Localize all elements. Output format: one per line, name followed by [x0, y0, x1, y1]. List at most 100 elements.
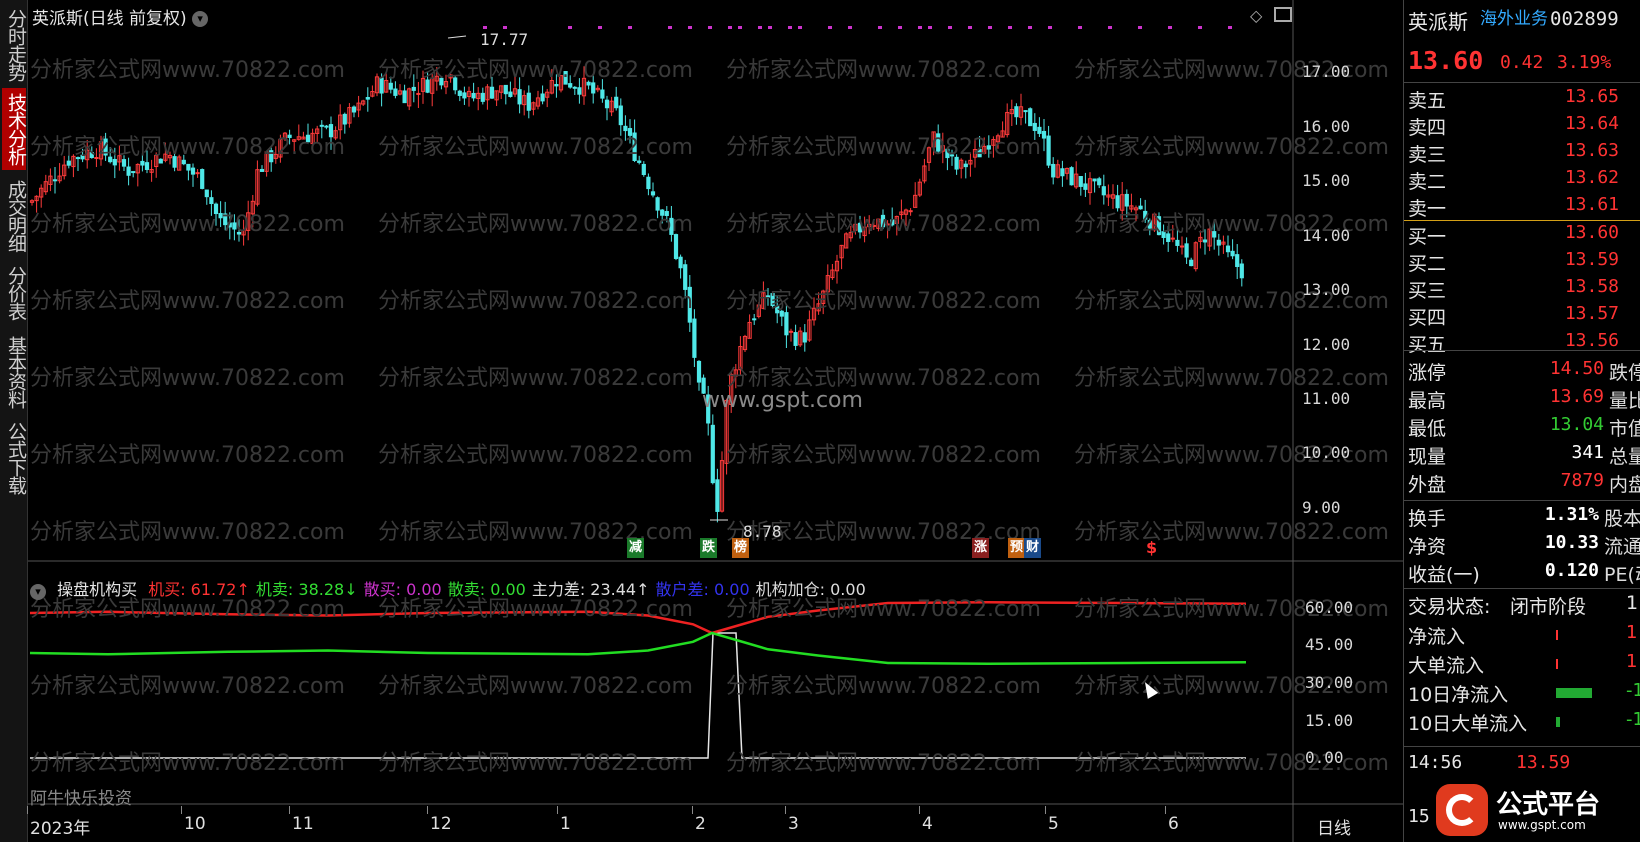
- stat-row: 最低 13.04 市值: [1404, 414, 1640, 442]
- indicator-name[interactable]: 操盘机构买: [57, 580, 137, 599]
- candle-body: [121, 159, 127, 167]
- trade-status-suffix: 1!: [1626, 592, 1640, 614]
- signal-dot: [828, 26, 832, 29]
- candle-body: [379, 77, 384, 94]
- candle-body: [890, 219, 895, 226]
- chevron-down-icon[interactable]: ▾: [192, 11, 209, 27]
- tab-technical-analysis[interactable]: 技术分析: [2, 88, 27, 170]
- candle-body: [1216, 239, 1221, 246]
- candle-body: [1143, 210, 1148, 220]
- price-axis-tick: 13.00: [1302, 280, 1351, 299]
- trade-status-row: 交易状态: 闭市阶段 1!: [1404, 592, 1640, 620]
- signal-dot: [1078, 26, 1082, 29]
- candle-body: [181, 159, 186, 165]
- stat-row: 净资 10.33 流通: [1404, 532, 1640, 560]
- order-level-price: 13.61: [1564, 194, 1619, 215]
- candle-body: [186, 163, 191, 171]
- signal-dot: [568, 26, 572, 29]
- diamond-icon[interactable]: ◇: [1250, 6, 1262, 25]
- order-level-label: 卖四: [1408, 117, 1447, 139]
- stock-code: 002899: [1550, 8, 1619, 30]
- date-axis-tick: 4: [922, 814, 933, 834]
- bid-row[interactable]: 买四 13.57: [1404, 303, 1640, 331]
- chart-canvas[interactable]: [28, 0, 1403, 842]
- chevron-down-icon[interactable]: ▾: [30, 584, 46, 600]
- event-tag-finance[interactable]: 财: [1024, 538, 1042, 558]
- concept-tag[interactable]: 海外业务: [1480, 4, 1548, 29]
- candle-body: [1083, 183, 1088, 190]
- candle-body: [508, 91, 513, 97]
- candle-body: [660, 209, 665, 216]
- tab-formula-download[interactable]: 公式下载: [2, 418, 27, 498]
- date-tick-mark: [557, 806, 558, 814]
- ask-row[interactable]: 卖二 13.62: [1404, 167, 1640, 195]
- candle-body: [365, 97, 370, 100]
- date-tick-mark: [181, 806, 182, 814]
- candle-body: [1161, 231, 1166, 238]
- signal-dot: [1198, 26, 1202, 29]
- candle-body: [1051, 163, 1056, 178]
- date-axis-tick: 12: [430, 814, 452, 834]
- candle-body: [802, 332, 807, 343]
- panel-toggle-icon[interactable]: [1274, 7, 1292, 22]
- ask-row[interactable]: 卖五 13.65: [1404, 86, 1640, 114]
- flow-value: 1: [1626, 651, 1638, 672]
- stat-row: 涨停 14.50 跌停: [1404, 358, 1640, 386]
- ask-row[interactable]: 卖四 13.64: [1404, 113, 1640, 141]
- date-axis-tick: 2023年: [30, 819, 91, 839]
- signal-dot: [738, 26, 742, 29]
- date-tick-mark: [27, 806, 28, 814]
- candle-body: [779, 310, 784, 317]
- stat-label-2: 市值: [1609, 418, 1640, 440]
- candle-body: [457, 90, 462, 96]
- date-axis-tick: 10: [184, 814, 206, 834]
- candle-body: [752, 318, 757, 321]
- stat-label-2: 内盘: [1609, 474, 1640, 496]
- candle-body: [1138, 205, 1143, 210]
- candle-body: [632, 132, 637, 162]
- signal-dot: [798, 26, 802, 29]
- stat-label: 外盘: [1408, 474, 1447, 496]
- candle-body: [227, 222, 232, 228]
- event-tag-rise[interactable]: 涨: [972, 538, 990, 558]
- candle-body: [696, 360, 702, 383]
- bid-row[interactable]: 买一 13.60: [1404, 222, 1640, 250]
- candle-body: [936, 133, 941, 152]
- event-tag-reduce[interactable]: 减: [627, 538, 645, 558]
- bid-row[interactable]: 买二 13.59: [1404, 249, 1640, 277]
- order-level-label: 买一: [1408, 226, 1447, 248]
- candle-body: [351, 106, 357, 113]
- event-tag-drop[interactable]: 跌: [700, 538, 718, 558]
- ask-row[interactable]: 卖三 13.63: [1404, 140, 1640, 168]
- tick-time: 14:56: [1408, 752, 1463, 773]
- candle-body: [623, 125, 628, 132]
- candle-body: [462, 92, 467, 99]
- logo-url: www.gspt.com: [1498, 818, 1586, 832]
- chart-title: 英派斯(日线 前复权) ▾: [32, 4, 209, 29]
- candle-body: [908, 210, 913, 213]
- tab-fundamentals[interactable]: 基本资料: [2, 332, 27, 412]
- price-axis-tick: 12.00: [1302, 335, 1351, 354]
- tab-intraday[interactable]: 分时走势: [2, 6, 27, 84]
- stat-value: 10.33: [1544, 532, 1599, 553]
- event-tag-forecast[interactable]: 预: [1008, 538, 1026, 558]
- candle-body: [471, 92, 476, 99]
- candle-body: [586, 81, 591, 86]
- period-label[interactable]: 日线: [1317, 814, 1351, 839]
- candle-body: [393, 88, 398, 96]
- candle-body: [945, 148, 950, 159]
- bid-row[interactable]: 买三 13.58: [1404, 276, 1640, 304]
- candle-body: [503, 84, 508, 95]
- bid-row[interactable]: 买五 13.56: [1404, 330, 1640, 358]
- candle-body: [112, 158, 117, 166]
- price-axis-tick: 17.00: [1302, 62, 1351, 81]
- tab-trade-detail[interactable]: 成交明细: [2, 176, 27, 256]
- dollar-mark-icon[interactable]: $: [1146, 538, 1157, 557]
- order-level-price: 13.63: [1564, 140, 1619, 161]
- event-tag-rank[interactable]: 榜: [732, 538, 750, 558]
- candle-body: [710, 424, 715, 484]
- candle-body: [1212, 231, 1217, 238]
- ask-row[interactable]: 卖一 13.61: [1404, 194, 1640, 222]
- tab-price-table[interactable]: 分价表: [2, 262, 27, 324]
- candle-body: [425, 79, 430, 93]
